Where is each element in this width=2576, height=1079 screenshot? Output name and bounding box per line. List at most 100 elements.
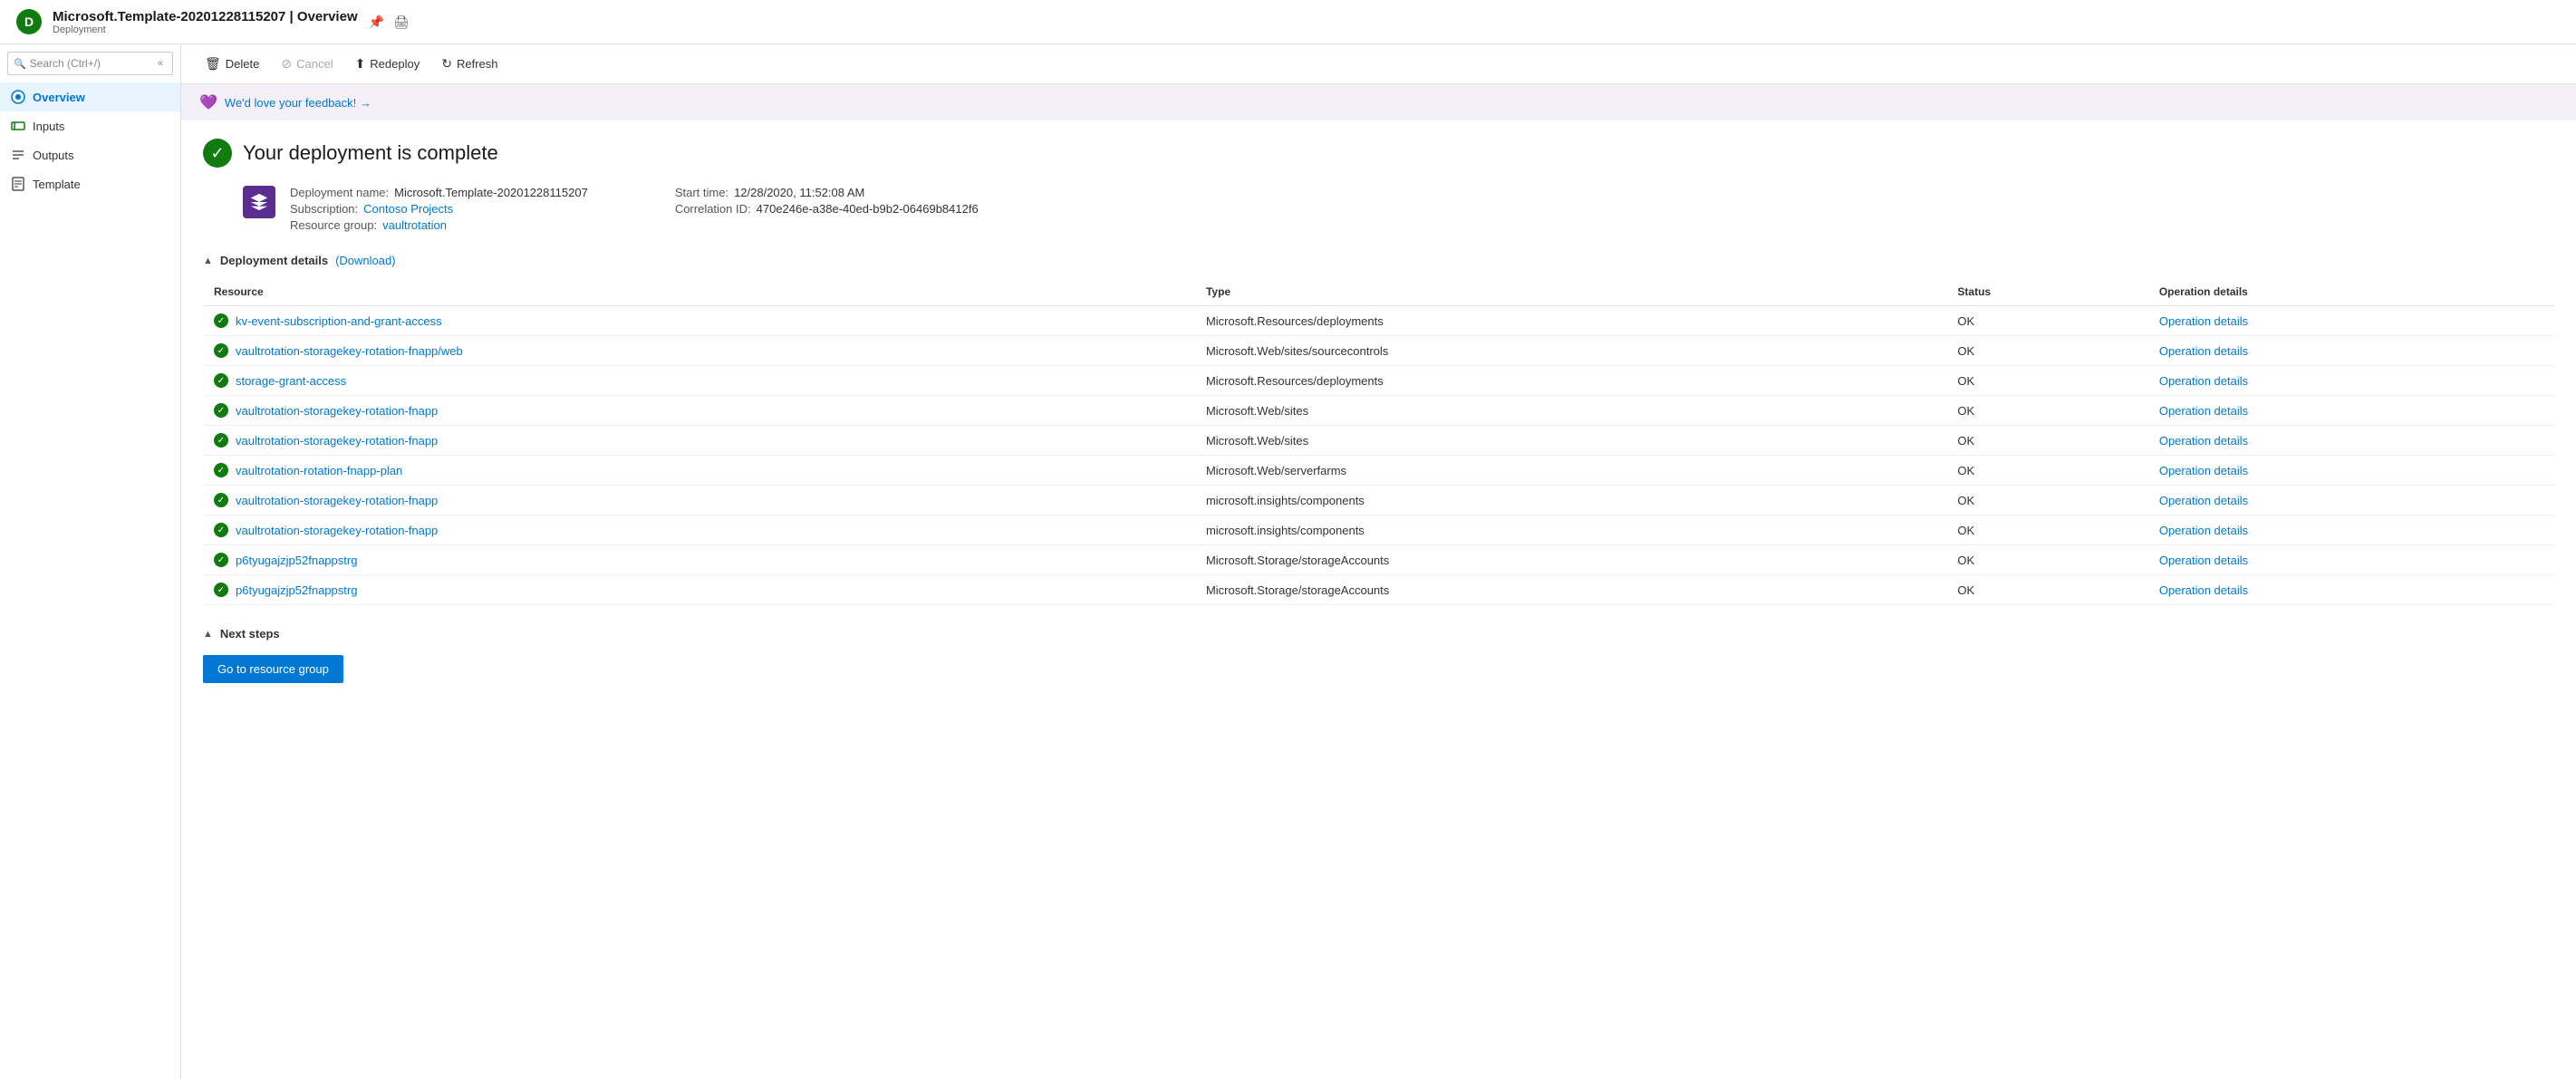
deployment-meta-right: Start time: 12/28/2020, 11:52:08 AM Corr…	[675, 186, 979, 216]
row-check-icon: ✓	[214, 433, 228, 448]
next-steps-header[interactable]: ▲ Next steps	[203, 627, 2554, 641]
operation-link-2[interactable]: Operation details	[2159, 374, 2248, 388]
inputs-icon	[11, 119, 25, 133]
sidebar-label-overview: Overview	[33, 91, 85, 104]
operation-cell-9: Operation details	[2148, 575, 2554, 605]
status-cell-1: OK	[1946, 336, 2147, 366]
table-row: ✓ vaultrotation-storagekey-rotation-fnap…	[203, 426, 2554, 456]
refresh-icon: ↻	[441, 56, 452, 72]
pin-icon[interactable]: 📌	[369, 14, 384, 30]
type-cell-3: Microsoft.Web/sites	[1195, 396, 1946, 426]
redeploy-button[interactable]: ⬆ Redeploy	[346, 52, 429, 76]
operation-link-9[interactable]: Operation details	[2159, 583, 2248, 597]
subscription-link[interactable]: Contoso Projects	[363, 202, 453, 216]
status-cell-9: OK	[1946, 575, 2147, 605]
delete-icon: 🗑	[205, 56, 221, 72]
type-cell-5: Microsoft.Web/serverfarms	[1195, 456, 1946, 486]
type-cell-1: Microsoft.Web/sites/sourcecontrols	[1195, 336, 1946, 366]
row-check-icon: ✓	[214, 313, 228, 328]
top-header: D Microsoft.Template-20201228115207 | Ov…	[0, 0, 2576, 44]
operation-link-0[interactable]: Operation details	[2159, 314, 2248, 328]
resource-link-2[interactable]: storage-grant-access	[236, 374, 346, 388]
print-icon[interactable]: 🖨	[393, 14, 410, 30]
resource-link-0[interactable]: kv-event-subscription-and-grant-access	[236, 314, 442, 328]
operation-link-7[interactable]: Operation details	[2159, 524, 2248, 537]
subscription-label: Subscription:	[290, 202, 358, 216]
status-cell-2: OK	[1946, 366, 2147, 396]
operation-cell-3: Operation details	[2148, 396, 2554, 426]
resource-link-9[interactable]: p6tyugajzjp52fnappstrg	[236, 583, 357, 597]
deployment-details-title: Deployment details	[220, 254, 328, 267]
col-status: Status	[1946, 278, 2147, 306]
status-cell-7: OK	[1946, 515, 2147, 545]
table-row: ✓ p6tyugajzjp52fnappstrg Microsoft.Stora…	[203, 545, 2554, 575]
sidebar-item-template[interactable]: Template	[0, 169, 180, 198]
status-cell-8: OK	[1946, 545, 2147, 575]
table-row: ✓ p6tyugajzjp52fnappstrg Microsoft.Stora…	[203, 575, 2554, 605]
resource-cell-3: ✓ vaultrotation-storagekey-rotation-fnap…	[203, 396, 1195, 426]
col-operation: Operation details	[2148, 278, 2554, 306]
status-cell-6: OK	[1946, 486, 2147, 515]
type-cell-4: Microsoft.Web/sites	[1195, 426, 1946, 456]
correlation-id-value: 470e246e-a38e-40ed-b9b2-06469b8412f6	[757, 202, 979, 216]
sidebar-item-overview[interactable]: Overview	[0, 82, 180, 111]
resource-cell-4: ✓ vaultrotation-storagekey-rotation-fnap…	[203, 426, 1195, 456]
deployment-meta: Deployment name: Microsoft.Template-2020…	[290, 186, 588, 232]
type-cell-7: microsoft.insights/components	[1195, 515, 1946, 545]
row-check-icon: ✓	[214, 463, 228, 477]
header-icons: 📌 🖨	[369, 14, 410, 30]
row-check-icon: ✓	[214, 403, 228, 418]
operation-cell-2: Operation details	[2148, 366, 2554, 396]
operation-cell-0: Operation details	[2148, 306, 2554, 336]
resource-link-5[interactable]: vaultrotation-rotation-fnapp-plan	[236, 464, 402, 477]
next-steps-chevron-icon: ▲	[203, 629, 213, 640]
sidebar-search[interactable]: 🔍 Search (Ctrl+/) «	[7, 52, 173, 75]
operation-link-4[interactable]: Operation details	[2159, 434, 2248, 448]
table-row: ✓ vaultrotation-storagekey-rotation-fnap…	[203, 336, 2554, 366]
page-title: Microsoft.Template-20201228115207 | Over…	[53, 9, 358, 24]
operation-cell-8: Operation details	[2148, 545, 2554, 575]
resource-link-7[interactable]: vaultrotation-storagekey-rotation-fnapp	[236, 524, 438, 537]
resource-cell-1: ✓ vaultrotation-storagekey-rotation-fnap…	[203, 336, 1195, 366]
operation-link-5[interactable]: Operation details	[2159, 464, 2248, 477]
resource-link-1[interactable]: vaultrotation-storagekey-rotation-fnapp/…	[236, 344, 463, 358]
collapse-sidebar-button[interactable]: «	[154, 56, 167, 71]
operation-link-6[interactable]: Operation details	[2159, 494, 2248, 507]
table-row: ✓ vaultrotation-storagekey-rotation-fnap…	[203, 396, 2554, 426]
feedback-link[interactable]: We'd love your feedback! →	[225, 96, 371, 110]
col-type: Type	[1195, 278, 1946, 306]
outputs-icon	[11, 148, 25, 162]
resource-link-8[interactable]: p6tyugajzjp52fnappstrg	[236, 554, 357, 567]
row-check-icon: ✓	[214, 523, 228, 537]
resource-cell-6: ✓ vaultrotation-storagekey-rotation-fnap…	[203, 486, 1195, 515]
deployment-header: ✓ Your deployment is complete	[203, 139, 2554, 168]
go-to-resource-group-button[interactable]: Go to resource group	[203, 655, 343, 683]
operation-link-3[interactable]: Operation details	[2159, 404, 2248, 418]
name-value: Microsoft.Template-20201228115207	[394, 186, 588, 199]
resource-group-label: Resource group:	[290, 218, 377, 232]
correlation-id-label: Correlation ID:	[675, 202, 751, 216]
row-check-icon: ✓	[214, 493, 228, 507]
row-check-icon: ✓	[214, 553, 228, 567]
redeploy-icon: ⬆	[355, 56, 366, 72]
operation-link-8[interactable]: Operation details	[2159, 554, 2248, 567]
operation-link-1[interactable]: Operation details	[2159, 344, 2248, 358]
delete-button[interactable]: 🗑 Delete	[196, 52, 268, 76]
deployment-details-header[interactable]: ▲ Deployment details (Download)	[203, 254, 2554, 267]
resource-link-4[interactable]: vaultrotation-storagekey-rotation-fnapp	[236, 434, 438, 448]
refresh-button[interactable]: ↻ Refresh	[432, 52, 507, 76]
content-area: 🗑 Delete ⊘ Cancel ⬆ Redeploy ↻ Refresh 💜…	[181, 44, 2576, 1079]
row-check-icon: ✓	[214, 343, 228, 358]
row-check-icon: ✓	[214, 373, 228, 388]
resource-link-6[interactable]: vaultrotation-storagekey-rotation-fnapp	[236, 494, 438, 507]
sidebar: 🔍 Search (Ctrl+/) « Overview Inputs	[0, 44, 181, 1079]
template-icon	[11, 177, 25, 191]
resource-link-3[interactable]: vaultrotation-storagekey-rotation-fnapp	[236, 404, 438, 418]
sidebar-item-inputs[interactable]: Inputs	[0, 111, 180, 140]
resource-group-link[interactable]: vaultrotation	[382, 218, 447, 232]
cancel-button[interactable]: ⊘ Cancel	[272, 52, 342, 76]
status-cell-0: OK	[1946, 306, 2147, 336]
sidebar-item-outputs[interactable]: Outputs	[0, 140, 180, 169]
download-link[interactable]: (Download)	[335, 254, 395, 267]
status-cell-3: OK	[1946, 396, 2147, 426]
